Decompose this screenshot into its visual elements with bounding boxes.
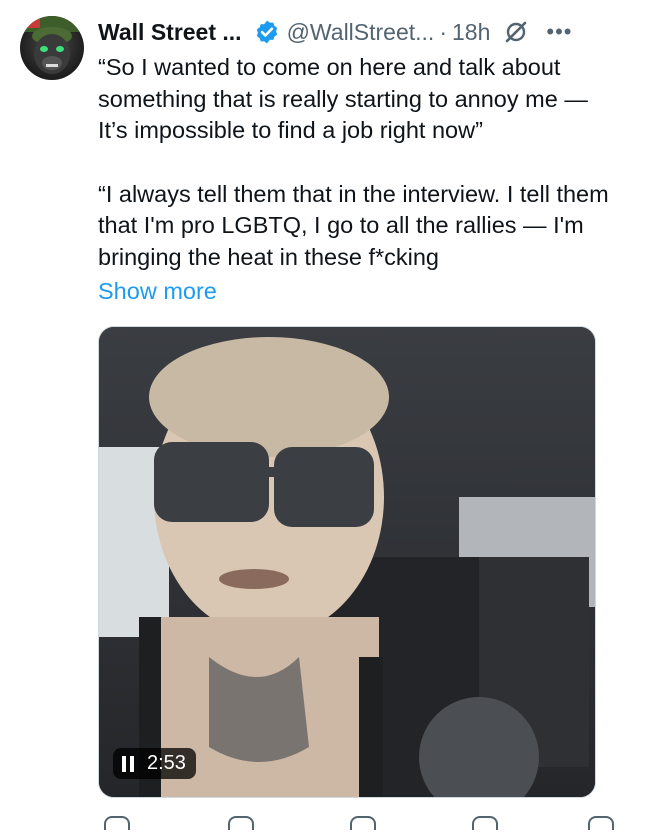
video-frame — [99, 327, 595, 797]
like-icon[interactable] — [350, 816, 376, 830]
more-options-icon[interactable]: ••• — [546, 19, 572, 45]
separator-dot: · — [439, 18, 447, 45]
views-icon[interactable] — [472, 816, 498, 830]
reply-icon[interactable] — [104, 816, 130, 830]
video-player[interactable]: 2:53 — [98, 326, 596, 798]
tweet-text: “So I wanted to come on here and talk ab… — [98, 52, 618, 273]
verified-badge-icon — [256, 20, 277, 44]
avatar[interactable] — [20, 16, 84, 80]
bookmark-icon[interactable] — [588, 816, 614, 830]
grok-icon[interactable] — [504, 20, 528, 44]
video-duration-badge: 2:53 — [113, 748, 196, 779]
tweet-paragraph-2: “I always tell them that in the intervie… — [98, 180, 609, 270]
timestamp[interactable]: 18h — [452, 19, 490, 46]
video-duration: 2:53 — [147, 752, 186, 774]
tweet-paragraph-1: “So I wanted to come on here and talk ab… — [98, 54, 588, 143]
author-handle[interactable]: @WallStreet... — [287, 19, 435, 46]
action-bar — [98, 812, 618, 832]
repost-icon[interactable] — [228, 816, 254, 830]
show-more-link[interactable]: Show more — [98, 276, 217, 308]
tweet-header: Wall Street ... @WallStreet... · 18h ••• — [98, 14, 572, 50]
gorilla-avatar-icon — [20, 16, 84, 74]
author-name[interactable]: Wall Street ... — [98, 19, 242, 46]
pause-icon[interactable] — [121, 755, 135, 772]
